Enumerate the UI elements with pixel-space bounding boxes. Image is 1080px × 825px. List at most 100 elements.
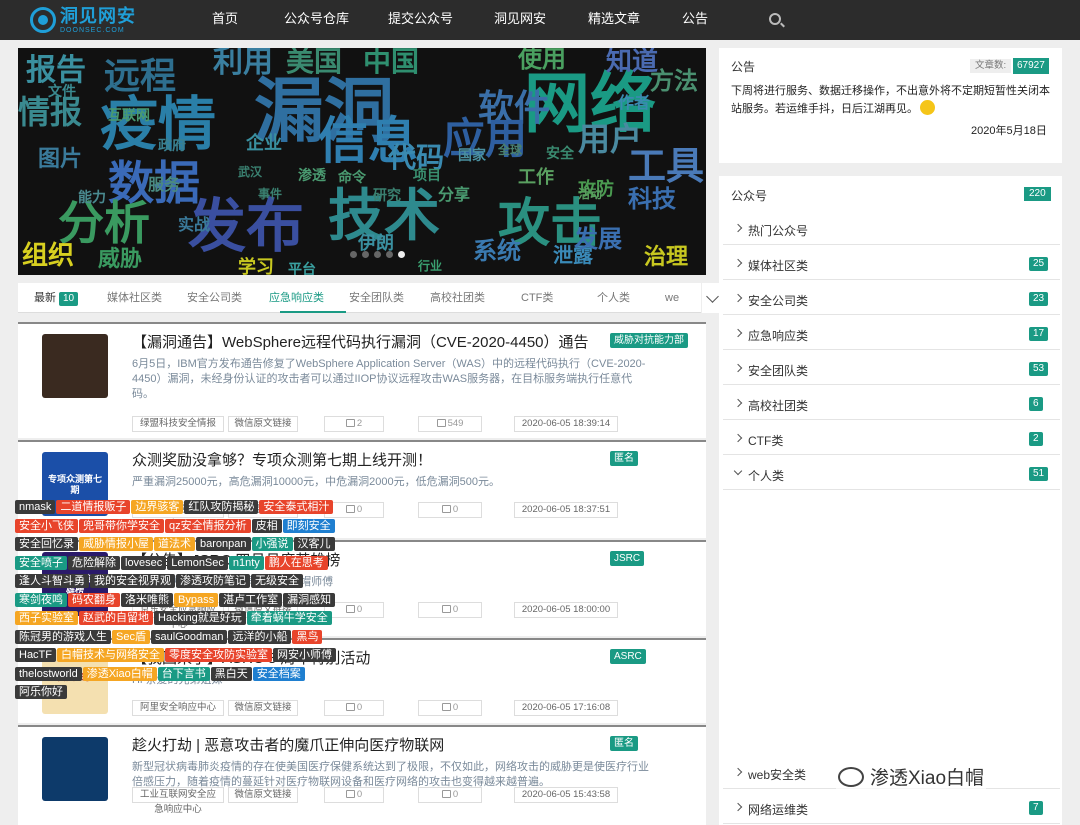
account-tag[interactable]: 漏洞感知 xyxy=(283,592,336,607)
tab-media[interactable]: 媒体社区类 xyxy=(107,283,162,313)
account-tag[interactable]: LemonSec xyxy=(167,555,228,570)
tab-personal[interactable]: 个人类 xyxy=(597,283,630,313)
tab-team[interactable]: 安全团队类 xyxy=(349,283,404,313)
like-button[interactable]: 0 xyxy=(324,787,384,803)
account-tag[interactable]: 白帽技术与网络安全 xyxy=(57,648,164,662)
carousel-dot[interactable] xyxy=(362,251,369,258)
like-button[interactable]: 2 xyxy=(324,416,384,432)
account-tag[interactable]: 安全档案 xyxy=(252,666,305,681)
account-category-item[interactable]: 个人类 51 xyxy=(723,458,1060,490)
wechat-link-button[interactable]: 微信原文链接 xyxy=(228,416,298,432)
account-tag[interactable]: saulGoodman xyxy=(150,629,228,644)
account-tag[interactable]: 小强说 xyxy=(251,537,293,551)
article-thumbnail[interactable] xyxy=(42,737,108,801)
account-category-item[interactable]: CTF类 2 xyxy=(723,423,1060,455)
account-tag[interactable]: baronpan xyxy=(196,537,251,551)
account-tag[interactable]: 二道情报贩子 xyxy=(56,500,131,514)
account-tag[interactable]: 远洋的小船 xyxy=(228,629,292,644)
account-tag[interactable]: 危险解除 xyxy=(68,555,120,570)
article-title[interactable]: 趁火打劫 | 恶意攻击者的魔爪正伸向医疗物联网 xyxy=(132,734,444,755)
article-category-badge[interactable]: JSRC xyxy=(610,551,645,566)
account-category-item[interactable]: 安全团队类 53 xyxy=(723,353,1060,385)
article-card[interactable]: 趁火打劫 | 恶意攻击者的魔爪正伸向医疗物联网 匿名 新型冠状病毒肺炎疫情的存在使美… xyxy=(18,725,706,825)
tab-company[interactable]: 安全公司类 xyxy=(187,283,242,313)
article-category-badge[interactable]: ASRC xyxy=(610,649,646,664)
tab-emergency[interactable]: 应急响应类 xyxy=(269,283,324,313)
account-tag[interactable]: 黑白天 xyxy=(210,666,252,681)
account-tag[interactable]: 渗透攻防笔记 xyxy=(176,574,250,588)
carousel-dot[interactable] xyxy=(374,251,381,258)
article-category-badge[interactable]: 匿名 xyxy=(610,451,638,466)
tab-college[interactable]: 高校社团类 xyxy=(430,283,485,313)
account-tag[interactable]: 红队攻防揭秘 xyxy=(184,500,259,514)
account-tag[interactable]: 码农翻身 xyxy=(68,592,120,607)
banner-wordcloud[interactable]: 漏洞 网络 疫情 信息 数据 发布 技术 攻击 分析 远程 利用 美国 中国 使用 知道 用户 工具 软件 应用 组织… xyxy=(18,48,706,275)
wechat-link-button[interactable]: 微信原文链接 xyxy=(228,787,298,803)
article-title[interactable]: 【漏洞通告】WebSphere远程代码执行漏洞（CVE-2020-4450）通告 xyxy=(132,331,589,352)
account-category-item[interactable]: 媒体社区类 25 xyxy=(723,248,1060,280)
account-tag[interactable]: 即刻安全 xyxy=(282,518,335,533)
account-category-item[interactable]: 高校社团类 6 xyxy=(723,388,1060,420)
account-tag[interactable]: 汉客儿 xyxy=(293,537,335,551)
account-tag[interactable]: Sec盾 xyxy=(112,629,150,644)
account-tag[interactable]: 道法术 xyxy=(154,537,195,551)
account-tag[interactable]: 赵武的自留地 xyxy=(79,611,153,625)
account-tag[interactable]: lovesec xyxy=(121,555,167,570)
nav-submit-account[interactable]: 提交公众号 xyxy=(388,0,453,40)
nav-account-repo[interactable]: 公众号仓库 xyxy=(284,0,349,40)
account-tag[interactable]: 皮相 xyxy=(251,518,282,533)
site-logo[interactable]: 洞见网安 DOONSEC.COM xyxy=(30,6,136,34)
account-tag[interactable]: thelostworld xyxy=(15,666,82,681)
account-tag[interactable]: 兜哥带你学安全 xyxy=(79,518,164,533)
account-tag[interactable]: 无级安全 xyxy=(251,574,303,588)
account-tag[interactable]: 渗透Xiao白帽 xyxy=(82,666,157,681)
account-tag[interactable]: 安全回忆录 xyxy=(15,537,78,551)
account-tag[interactable]: 西子实验室 xyxy=(15,611,78,625)
tab-web[interactable]: we xyxy=(665,283,679,313)
account-tag[interactable]: qz安全情报分析 xyxy=(165,518,251,533)
account-tag[interactable]: 陈冠男的游戏人生 xyxy=(15,629,111,644)
account-tag[interactable]: 网安小师傅 xyxy=(273,648,336,662)
account-tag[interactable]: 寒剑夜鸣 xyxy=(15,592,67,607)
account-tag[interactable]: 零度安全攻防实验室 xyxy=(165,648,272,662)
account-tag[interactable]: Bypass xyxy=(174,592,219,607)
nav-notice[interactable]: 公告 xyxy=(682,0,708,40)
account-tag[interactable]: nmask xyxy=(15,500,56,514)
account-tag[interactable]: 鹏人在思考 xyxy=(264,555,328,570)
article-thumbnail[interactable] xyxy=(42,334,108,398)
tab-latest[interactable]: 最新 10 xyxy=(34,283,79,313)
nav-featured[interactable]: 精选文章 xyxy=(588,0,640,40)
account-tag[interactable]: 我的安全视界观 xyxy=(90,574,175,588)
article-source[interactable]: 绿盟科技安全情报 xyxy=(132,416,224,432)
nav-home[interactable]: 首页 xyxy=(212,0,238,40)
account-category-item[interactable]: 应急响应类 17 xyxy=(723,318,1060,350)
account-category-item[interactable]: 安全公司类 23 xyxy=(723,283,1060,315)
tab-ctf[interactable]: CTF类 xyxy=(521,283,553,313)
account-tag[interactable]: 黑鸟 xyxy=(292,629,323,644)
carousel-dot[interactable] xyxy=(386,251,393,258)
search-icon[interactable] xyxy=(769,13,781,25)
account-tag[interactable]: Hacking就是好玩 xyxy=(154,611,246,625)
article-category-badge[interactable]: 匿名 xyxy=(610,736,638,751)
account-tag[interactable]: 安全泰式相汁 xyxy=(259,500,334,514)
account-tag[interactable]: 湛卢工作室 xyxy=(219,592,283,607)
account-tag[interactable]: HacTF xyxy=(15,648,56,662)
nav-doonsec[interactable]: 洞见网安 xyxy=(494,0,546,40)
account-tag[interactable]: 牵着蜗牛学安全 xyxy=(246,611,332,625)
account-tag[interactable]: 边界骇客 xyxy=(131,500,184,514)
article-card[interactable]: 【漏洞通告】WebSphere远程代码执行漏洞（CVE-2020-4450）通告… xyxy=(18,322,706,438)
article-category-badge[interactable]: 威胁对抗能力部 xyxy=(610,333,688,348)
account-tag[interactable]: 安全小飞侠 xyxy=(15,518,78,533)
account-tag[interactable]: 阿乐你好 xyxy=(15,685,67,699)
account-tag[interactable]: 威胁情报小屋 xyxy=(79,537,153,551)
account-tag[interactable]: n1nty xyxy=(228,555,264,570)
account-tag[interactable]: 洛米唯熊 xyxy=(121,592,173,607)
account-category-item[interactable]: 热门公众号 xyxy=(723,213,1060,245)
article-source[interactable]: 工业互联网安全应 急响应中心 xyxy=(132,787,224,815)
carousel-dot-active[interactable] xyxy=(398,251,405,258)
account-tag[interactable]: 逢人斗智斗勇 xyxy=(15,574,89,588)
account-category-item[interactable]: 网络运维类 7 xyxy=(723,792,1060,824)
carousel-dot[interactable] xyxy=(350,251,357,258)
article-title[interactable]: 众测奖励没拿够？专项众测第七期上线开测！ xyxy=(132,449,432,470)
account-tag[interactable]: 安全喷子 xyxy=(15,555,67,570)
